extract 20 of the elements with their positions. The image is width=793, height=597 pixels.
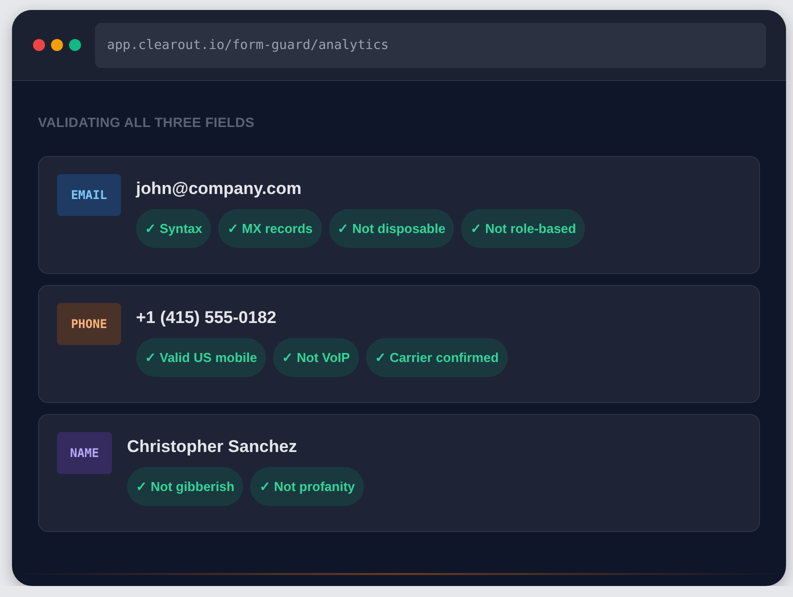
field-value: john@company.com	[136, 179, 303, 199]
section-heading: VALIDATING ALL THREE FIELDS	[38, 115, 256, 130]
check-chip: ✓ Valid US mobile	[136, 338, 266, 377]
check-chip: ✓ Syntax	[136, 209, 212, 248]
field-type-badge: PHONE	[57, 303, 121, 345]
check-chip: ✓ Not role-based	[461, 209, 586, 248]
check-chip: ✓ Carrier confirmed	[366, 338, 508, 377]
check-chip: ✓ Not disposable	[328, 209, 454, 248]
field-type-badge: EMAIL	[57, 174, 121, 216]
check-chip: ✓ Not VoIP	[273, 338, 359, 377]
maximize-dot-icon[interactable]	[69, 39, 81, 51]
check-chip: ✓ Not gibberish	[127, 467, 244, 506]
field-value: Christopher Sanchez	[127, 437, 298, 457]
close-dot-icon[interactable]	[33, 39, 45, 51]
field-type-badge: NAME	[57, 432, 112, 474]
check-chip: ✓ MX records	[218, 209, 322, 248]
address-bar[interactable]: app.clearout.io/form-guard/analytics	[95, 22, 766, 68]
field-value: +1 (415) 555-0182	[136, 308, 278, 328]
check-chip: ✓ Not profanity	[250, 467, 364, 506]
minimize-dot-icon[interactable]	[51, 39, 63, 51]
